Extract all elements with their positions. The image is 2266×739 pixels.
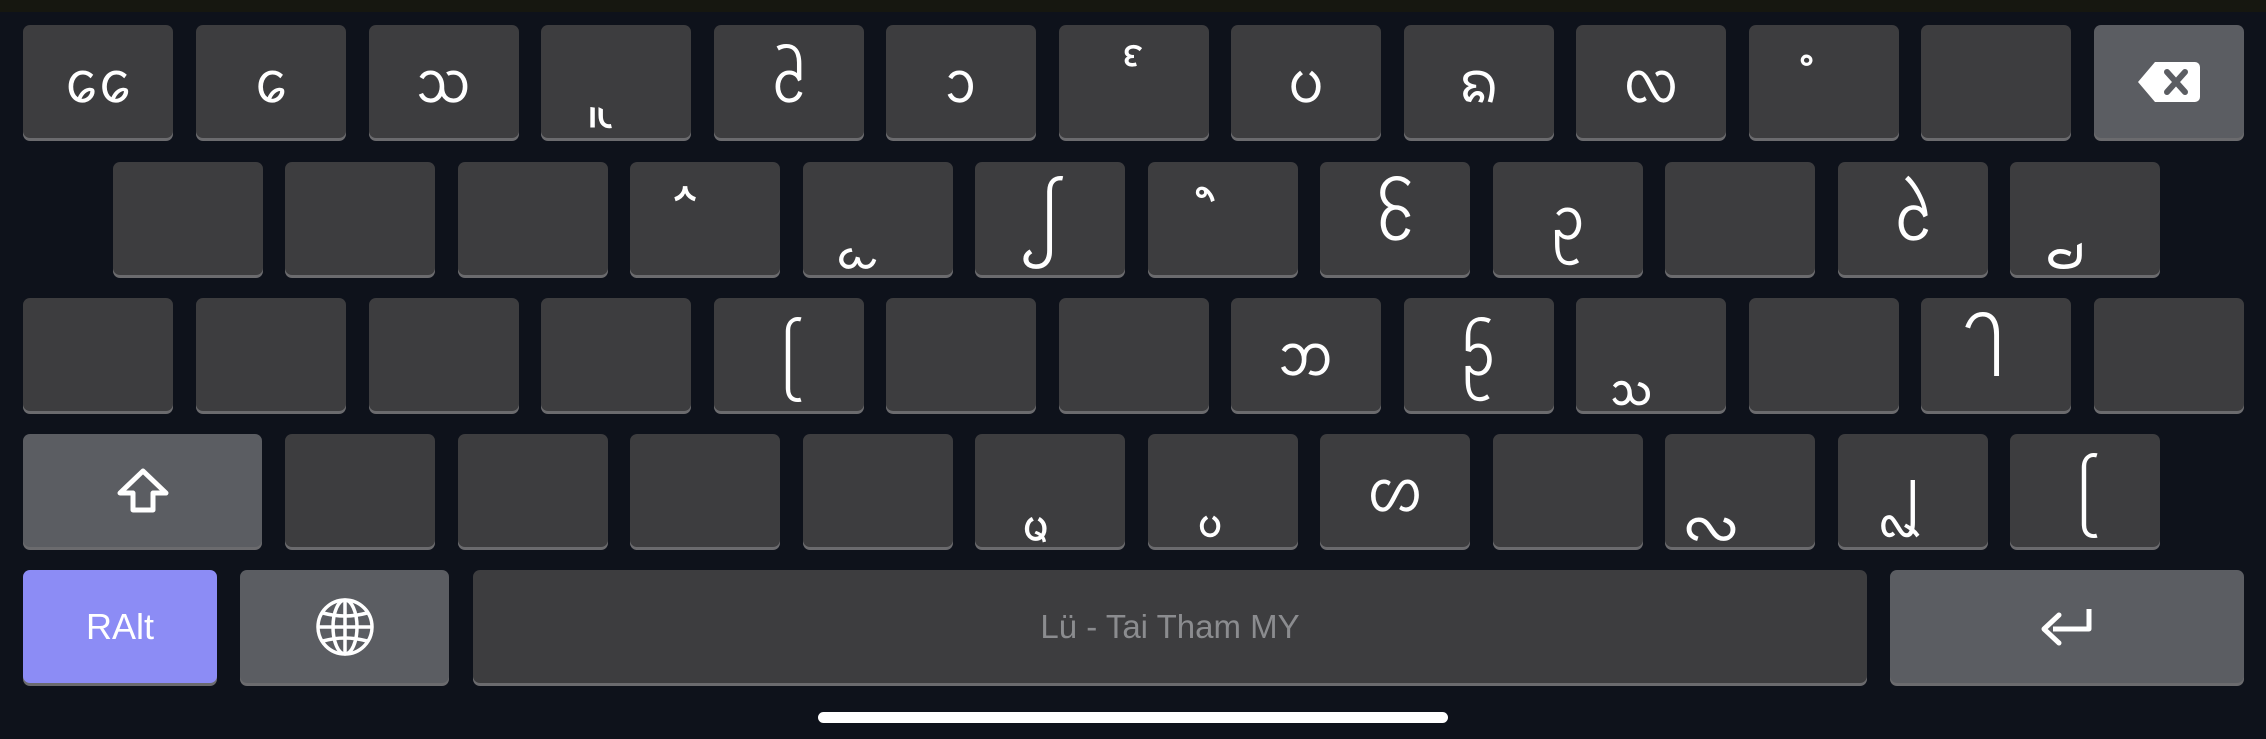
key-r1-6[interactable]: ᩣ [886,25,1036,138]
key-r3-8[interactable]: ᨽ [1231,298,1381,411]
key-r2-10[interactable] [1665,162,1815,275]
key-r1-5[interactable]: ᩲ [714,25,864,138]
key-r3-9[interactable]: ᩐ [1404,298,1554,411]
key-r1-9[interactable]: ᨦ [1404,25,1554,138]
top-edge-bar [0,0,2266,12]
key-r3-7[interactable] [1059,298,1209,411]
key-r3-4[interactable] [541,298,691,411]
space-bar[interactable]: Lü - Tai Tham MY [473,570,1867,683]
key-r2-5[interactable]: ᩬ [803,162,953,275]
key-r4-10[interactable]: ᩖ [1665,434,1815,547]
shift-key[interactable] [23,434,262,547]
key-r2-9[interactable]: ᩏ [1493,162,1643,275]
key-r3-1[interactable] [23,298,173,411]
key-r1-12[interactable] [1921,25,2071,138]
key-r1-10[interactable]: ᩃ [1576,25,1726,138]
key-r1-4[interactable]: ᩪ [541,25,691,138]
key-r3-6[interactable] [886,298,1036,411]
key-r4-6[interactable]: ᩜ [975,434,1125,547]
key-r3-3[interactable] [369,298,519,411]
key-r2-1[interactable] [113,162,263,275]
key-r3-2[interactable] [196,298,346,411]
home-indicator[interactable] [818,712,1448,723]
globe-key[interactable] [240,570,449,683]
key-r4-2[interactable] [285,434,435,547]
key-r1-11[interactable]: ᩴ [1749,25,1899,138]
key-r1-2[interactable]: ᩮ [196,25,346,138]
key-r3-13[interactable] [2094,298,2244,411]
key-r2-2[interactable] [285,162,435,275]
key-r2-11[interactable]: ᩱ [1838,162,1988,275]
key-r1-7[interactable]: ᩘ [1059,25,1209,138]
key-r2-6[interactable]: ᩭ [975,162,1125,275]
key-r1-3[interactable]: ᩈ [369,25,519,138]
key-r3-5[interactable]: ᩕ [714,298,864,411]
key-r3-10[interactable]: ᩞ [1576,298,1726,411]
key-r2-8[interactable]: ᩰ [1320,162,1470,275]
return-key[interactable] [1890,570,2244,683]
key-r1-1[interactable]: ᩯ [23,25,173,138]
key-r4-4[interactable] [630,434,780,547]
key-r2-4[interactable]: ᩳ [630,162,780,275]
key-r1-8[interactable]: ᨷ [1231,25,1381,138]
globe-icon [315,597,374,656]
backspace-icon [2138,61,2200,102]
key-r3-11[interactable] [1749,298,1899,411]
key-r2-3[interactable] [458,162,608,275]
key-r4-7[interactable]: ᩝ [1148,434,1298,547]
key-r2-7[interactable]: ᩫ [1148,162,1298,275]
key-r4-11[interactable]: ᩗ [1838,434,1988,547]
shift-icon [117,468,168,512]
key-r4-8[interactable]: ᩉ [1320,434,1470,547]
key-r4-9[interactable] [1493,434,1643,547]
keyboard: ᩯ ᩮ ᩈ ᩪ ᩲ ᩣ ᩘ ᨷ ᨦ ᩃ ᩴ ᩳ ᩬ ᩭ ᩫ ᩰ ᩏ ᩱ ᩛ ᩕ … [0,0,2266,739]
key-r4-3[interactable] [458,434,608,547]
key-r2-12[interactable]: ᩛ [2010,162,2160,275]
backspace-key[interactable] [2094,25,2244,138]
key-r4-5[interactable] [803,434,953,547]
key-r4-12[interactable]: ᩕ [2010,434,2160,547]
return-icon [2041,608,2092,645]
key-r3-12[interactable]: ᩤ [1921,298,2071,411]
ralt-key[interactable]: RAlt [23,570,217,683]
